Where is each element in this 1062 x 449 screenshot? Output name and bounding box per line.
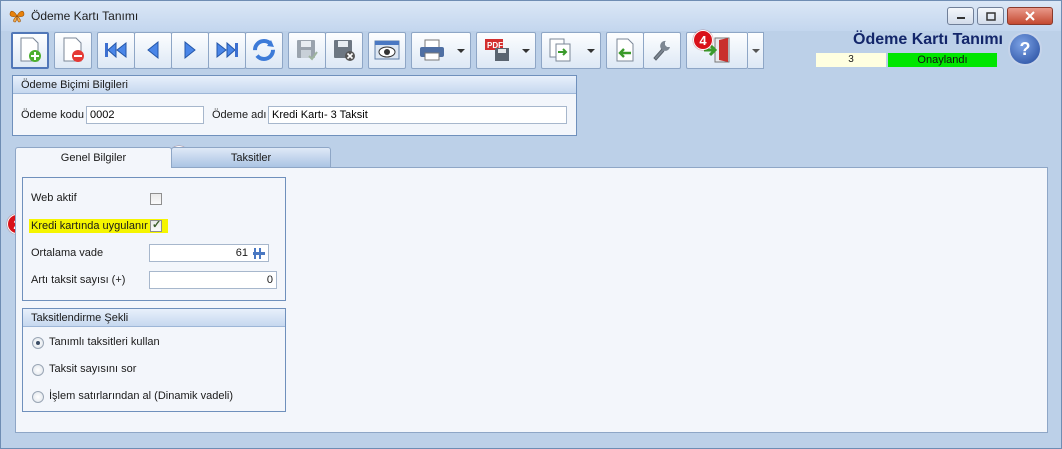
app-window: Ödeme Kartı Tanımı PDF 4 Ödeme Kartı Tan… [0,0,1062,449]
payment-name-label: Ödeme adı [212,109,267,121]
radio-use-defined-installments[interactable] [32,337,44,349]
tab-installments[interactable]: Taksitler [171,147,331,168]
preview-button[interactable] [368,31,406,69]
installment-method-group: Taksitlendirme Şekli Tanımlı taksitleri … [22,308,286,412]
import-icon [616,38,634,62]
import-button[interactable] [606,31,644,69]
credit-card-checkbox[interactable] [150,218,162,232]
radio-from-transaction-lines[interactable] [32,391,44,403]
close-button[interactable] [1007,7,1053,25]
pdf-icon: PDF [485,39,509,61]
payment-name-input[interactable] [268,106,567,124]
payment-code-label: Ödeme kodu [21,109,84,121]
status-badge: Onaylandı [888,53,997,67]
previous-icon [147,40,159,60]
new-record-button[interactable] [11,31,49,69]
window-title: Ödeme Kartı Tanımı [31,9,139,23]
tab-general[interactable]: Genel Bilgiler [15,147,172,168]
first-icon [105,41,127,59]
credit-card-label: Kredi kartında uygulanır [31,220,148,232]
refresh-button[interactable] [245,31,283,69]
close-icon [1025,11,1035,21]
annotation-badge-4: 4 [693,30,713,50]
radio-use-defined-installments-label: Tanımlı taksitleri kullan [49,336,160,348]
pdf-dropdown-icon [522,48,530,53]
avg-due-input[interactable]: 61 [149,244,269,262]
printer-icon [420,39,444,61]
export-icon [549,38,571,62]
maximize-icon [985,11,996,21]
next-icon [184,40,196,60]
new-document-icon [20,37,41,62]
delete-record-button[interactable] [54,31,92,69]
next-record-button[interactable] [171,31,209,69]
title-bar: Ödeme Kartı Tanımı [1,1,1061,31]
wrench-icon [653,40,670,61]
delete-document-icon [63,37,84,62]
radio-ask-installment-count[interactable] [32,364,44,376]
refresh-icon [253,39,275,61]
print-dropdown-icon [457,48,465,53]
minimize-icon [956,17,965,19]
payment-code-input[interactable] [86,106,204,124]
settings-button[interactable] [643,31,681,69]
general-info-group: Web aktif Kredi kartında uygulanır Ortal… [22,177,286,301]
export-button[interactable] [541,31,601,69]
web-active-label: Web aktif [31,192,77,204]
record-count: 3 [816,53,886,67]
print-button[interactable] [411,31,471,69]
save-icon [297,40,318,61]
maximize-button[interactable] [977,7,1004,25]
installment-method-group-title: Taksitlendirme Şekli [23,309,285,327]
question-mark-icon: ? [1019,38,1031,59]
avg-due-label: Ortalama vade [31,247,104,259]
discard-icon [334,40,355,61]
web-active-checkbox[interactable] [150,193,162,205]
last-icon [216,41,238,59]
avg-due-value: 61 [235,247,248,259]
export-dropdown-icon [587,48,595,53]
help-button[interactable]: ? [1008,32,1042,66]
minimize-button[interactable] [947,7,974,25]
previous-record-button[interactable] [134,31,172,69]
extra-installment-label: Artı taksit sayısı (+) [31,274,126,286]
first-record-button[interactable] [97,31,135,69]
tab-installments-label: Taksitler [230,152,272,164]
butterfly-logo-icon [9,8,25,24]
extra-installment-input[interactable]: 0 [149,271,277,289]
radio-ask-installment-count-label: Taksit sayısını sor [49,363,137,375]
preview-icon [374,40,400,60]
chevron-down-icon [752,48,760,53]
form-title: Ödeme Kartı Tanımı [853,31,1003,48]
payment-info-group: Ödeme Biçimi Bilgileri Ödeme kodu Ödeme … [12,75,577,136]
tab-general-label: Genel Bilgiler [60,152,127,164]
export-pdf-button[interactable]: PDF [476,31,536,69]
last-record-button[interactable] [208,31,246,69]
radio-from-transaction-lines-label: İşlem satırlarından al (Dinamik vadeli) [49,390,234,402]
extra-installment-value: 0 [266,274,273,286]
spin-edit-icon [253,248,265,259]
exit-dropdown-button[interactable] [748,31,764,69]
payment-info-group-title: Ödeme Biçimi Bilgileri [13,76,576,94]
save-button[interactable] [288,31,326,69]
toolbar: PDF [11,30,764,70]
discard-button[interactable] [325,31,363,69]
